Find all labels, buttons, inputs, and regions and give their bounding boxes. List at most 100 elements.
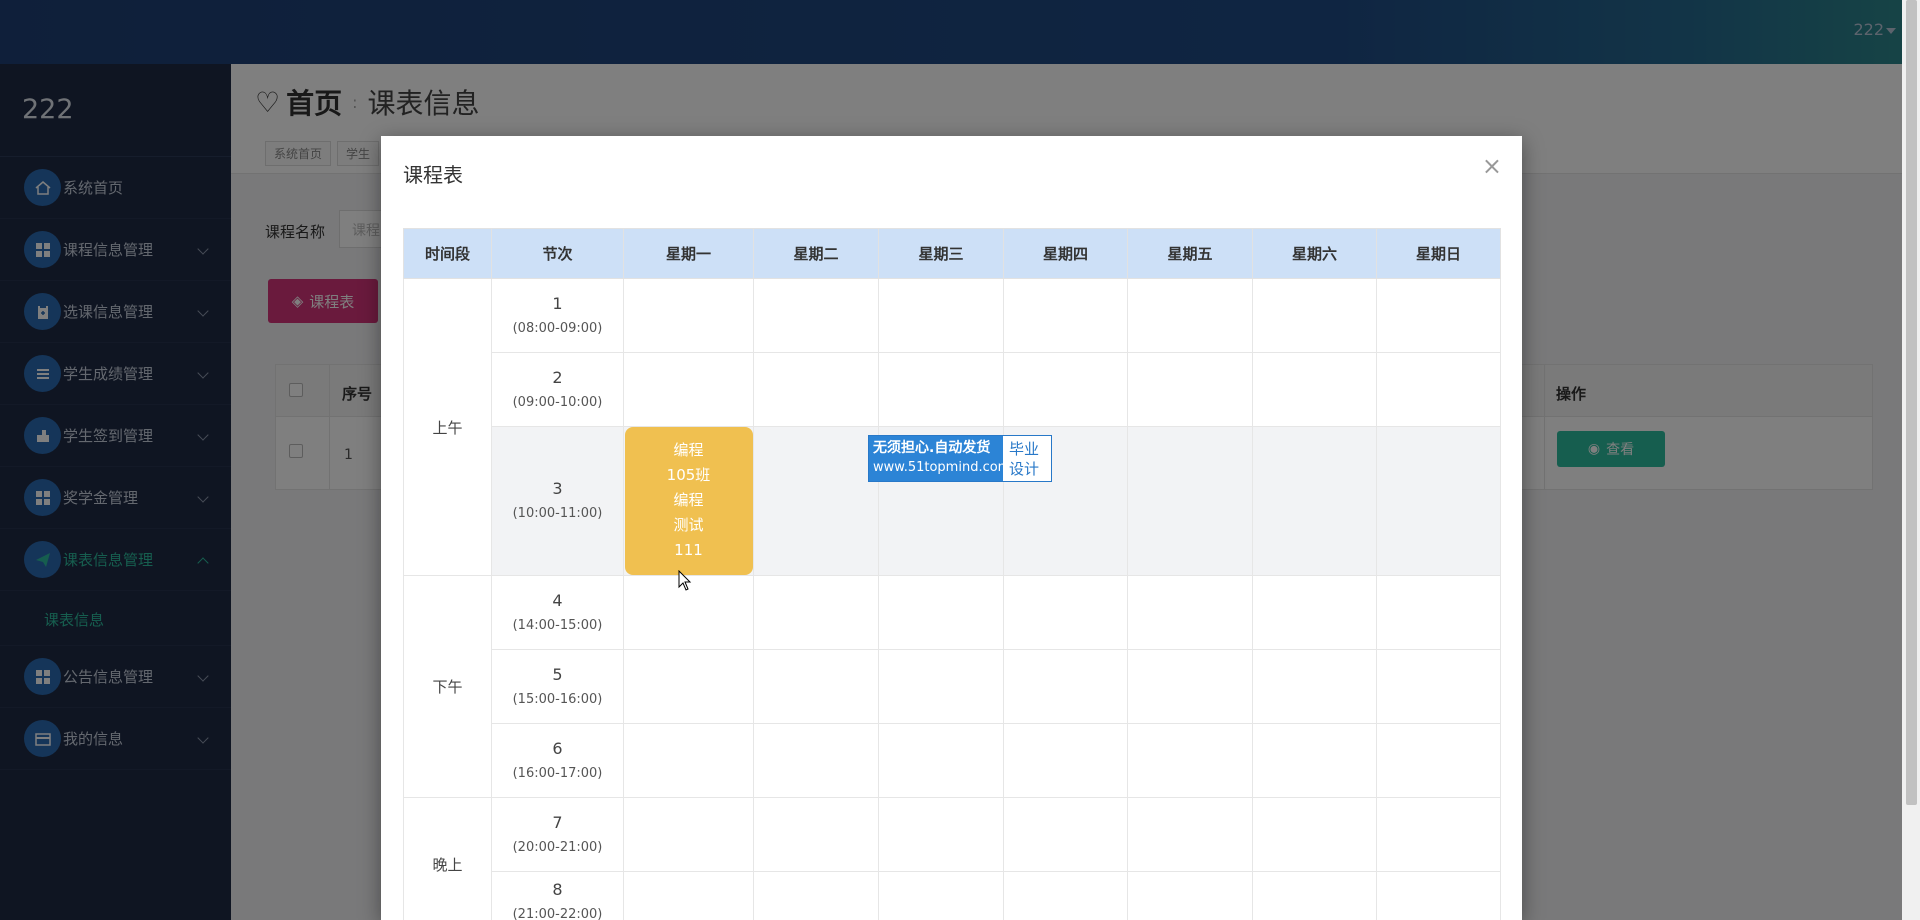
day-cell [753, 278, 879, 353]
header-period: 时间段 [403, 228, 492, 279]
watermark-right: 毕业 设计 [1003, 436, 1051, 481]
day-cell [1127, 352, 1253, 427]
slot-time: (10:00-11:00) [512, 506, 603, 521]
slot-cell: 6 (16:00-17:00) [491, 723, 624, 798]
watermark-badge: 无须担心.自动发货 www.51topmind.com 毕业 设计 [868, 435, 1052, 482]
day-cell [1127, 871, 1253, 920]
mouse-cursor-icon [678, 570, 692, 591]
day-cell [1376, 575, 1501, 650]
day-cell [1003, 278, 1128, 353]
day-cell [753, 426, 879, 576]
day-cell [1252, 649, 1377, 724]
slot-number: 8 [552, 879, 563, 899]
slot-number: 6 [552, 738, 563, 758]
slot-number: 7 [552, 812, 563, 832]
day-cell [1127, 649, 1253, 724]
slot-cell: 5 (15:00-16:00) [491, 649, 624, 724]
day-cell [1252, 871, 1377, 920]
day-cell [1003, 649, 1128, 724]
day-cell [878, 797, 1004, 872]
header-mon: 星期一 [623, 228, 754, 279]
day-cell [1003, 871, 1128, 920]
page-scrollbar[interactable] [1902, 0, 1920, 920]
slot-cell: 2 (09:00-10:00) [491, 352, 624, 427]
day-cell [1127, 575, 1253, 650]
course-name: 编程 [673, 441, 704, 459]
period-morning: 上午 [403, 278, 492, 576]
day-cell [1376, 426, 1501, 576]
day-cell [623, 871, 754, 920]
day-cell [1252, 352, 1377, 427]
schedule-row: 晚上 7 (20:00-21:00) [403, 797, 1501, 920]
day-cell [1252, 426, 1377, 576]
slot-number: 3 [552, 479, 563, 498]
day-cell [753, 723, 879, 798]
close-icon[interactable]: × [1482, 154, 1502, 178]
day-cell [1003, 797, 1128, 872]
watermark-left: 无须担心.自动发货 www.51topmind.com [869, 436, 1011, 481]
day-cell [1003, 723, 1128, 798]
day-cell [1252, 575, 1377, 650]
slot-number: 4 [552, 590, 563, 610]
header-wed: 星期三 [878, 228, 1004, 279]
schedule-row: 5 (15:00-16:00) [404, 649, 1501, 724]
day-cell [1252, 278, 1377, 353]
day-cell [623, 723, 754, 798]
schedule-table: 时间段 节次 星期一 星期二 星期三 星期四 星期五 星期六 星期日 上午 1 (… [403, 228, 1501, 920]
day-cell [623, 278, 754, 353]
day-cell [753, 871, 879, 920]
slot-number: 1 [552, 293, 563, 313]
period-afternoon: 下午 [403, 575, 492, 798]
period-evening: 晚上 [403, 797, 492, 920]
slot-cell: 4 (14:00-15:00) [491, 575, 624, 650]
schedule-header-row: 时间段 节次 星期一 星期二 星期三 星期四 星期五 星期六 星期日 [403, 228, 1501, 279]
day-cell [1376, 278, 1501, 353]
schedule-row: 上午 1 (08:00-09:00) [403, 278, 1501, 576]
header-sun: 星期日 [1376, 228, 1501, 279]
slot-time: (21:00-22:00) [512, 906, 603, 920]
slot-number: 2 [552, 367, 563, 387]
day-cell [1003, 352, 1128, 427]
schedule-modal: 课程表 × 时间段 节次 星期一 星期二 星期三 星期四 星期五 星期六 星期日… [381, 136, 1522, 920]
course-class: 105班 [666, 466, 711, 484]
schedule-row: 8 (21:00-22:00) [404, 871, 1501, 920]
schedule-row: 下午 4 (14:00-15:00) [403, 575, 1501, 798]
day-cell [1376, 352, 1501, 427]
slot-time: (16:00-17:00) [512, 765, 603, 781]
day-cell [1376, 871, 1501, 920]
course-subject: 编程 [673, 491, 704, 509]
day-cell [878, 278, 1004, 353]
slot-cell: 3 (10:00-11:00) [491, 426, 624, 576]
day-cell [753, 649, 879, 724]
day-cell [753, 575, 879, 650]
day-cell [1252, 797, 1377, 872]
slot-time: (14:00-15:00) [512, 617, 603, 633]
schedule-row: 6 (16:00-17:00) [404, 723, 1501, 798]
day-cell [1376, 649, 1501, 724]
slot-number: 5 [552, 664, 563, 684]
watermark-line2: www.51topmind.com [873, 460, 1011, 475]
slot-time: (15:00-16:00) [512, 691, 603, 707]
day-cell [1252, 723, 1377, 798]
day-cell [623, 352, 754, 427]
course-block[interactable]: 编程 105班 编程 测试 111 [624, 427, 753, 575]
slot-cell: 7 (20:00-21:00) [491, 797, 624, 872]
slot-time: (09:00-10:00) [512, 394, 603, 410]
modal-title: 课程表 [403, 163, 463, 187]
slot-cell: 1 (08:00-09:00) [491, 278, 624, 353]
day-cell [1127, 426, 1253, 576]
day-cell [753, 352, 879, 427]
watermark-right2: 设计 [1009, 460, 1040, 478]
watermark-line1: 无须担心.自动发货 [873, 440, 991, 456]
scrollbar-thumb[interactable] [1906, 0, 1917, 805]
header-fri: 星期五 [1127, 228, 1253, 279]
day-cell [623, 649, 754, 724]
day-cell [1127, 278, 1253, 353]
day-cell [1376, 797, 1501, 872]
day-cell [878, 723, 1004, 798]
header-sat: 星期六 [1252, 228, 1377, 279]
day-cell [878, 352, 1004, 427]
header-tue: 星期二 [753, 228, 879, 279]
schedule-row: 2 (09:00-10:00) [404, 352, 1501, 427]
course-room: 111 [674, 541, 703, 559]
